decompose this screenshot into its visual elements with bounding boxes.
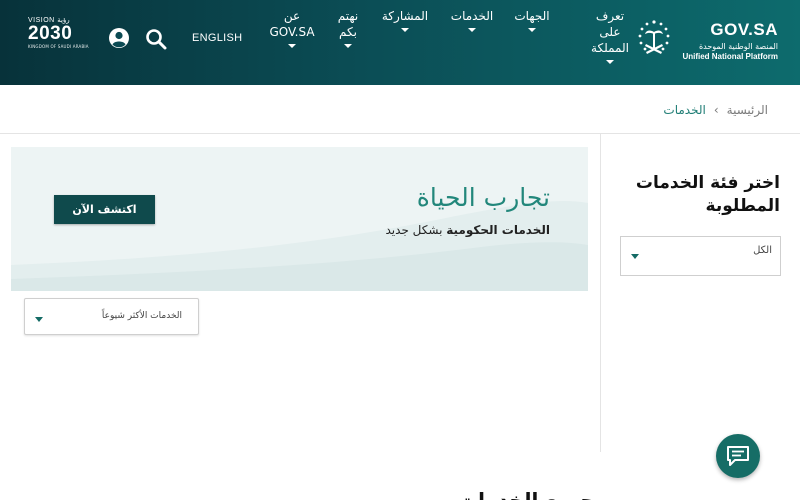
breadcrumb: الرئيسية › الخدمات [663, 103, 768, 117]
life-events-banner: تجارب الحياة الخدمات الحكومية بشكل جديد … [11, 147, 588, 291]
chat-icon [727, 446, 749, 466]
logo-title: GOV.SA [710, 20, 778, 39]
nav-we-care[interactable]: نهتم بكم [330, 8, 366, 48]
divider [0, 133, 800, 134]
chevron-down-icon [468, 28, 476, 32]
site-header: GOV.SA المنصة الوطنية الموحدة Unified Na… [0, 0, 800, 85]
nav-about-gov-sa[interactable]: عن GOV.SA [266, 8, 318, 48]
nav-label: المشاركة [381, 9, 429, 23]
sidebar-divider [600, 134, 601, 452]
nav-label: الخدمات [450, 9, 494, 23]
banner-subtitle-bold: الخدمات الحكومية [446, 223, 550, 237]
category-select[interactable]: الكل [620, 236, 781, 276]
search-icon[interactable] [145, 28, 167, 50]
nav-label: نهتم بكم [337, 9, 359, 39]
nav-services[interactable]: الخدمات [448, 8, 496, 32]
chevron-down-icon [288, 44, 296, 48]
vision-year: 2030 [28, 23, 73, 44]
breadcrumb-separator: › [713, 103, 719, 117]
nav-about-kingdom[interactable]: تعرف على المملكة [590, 8, 630, 64]
vision-2030-logo: VISION رؤية 2030 KINGDOM OF SAUDI ARABIA [28, 16, 90, 64]
explore-now-button[interactable]: اكتشف الآن [54, 195, 155, 224]
banner-subtitle: الخدمات الحكومية بشكل جديد [386, 223, 551, 237]
nav-label: عن GOV.SA [269, 9, 315, 39]
breadcrumb-current: الخدمات [663, 103, 706, 117]
nav-label: تعرف على المملكة [591, 9, 629, 55]
banner-subtitle-rest: بشكل جديد [385, 223, 447, 237]
sort-select-value: الخدمات الأكثر شيوعاً [101, 311, 182, 321]
all-services-heading: جميع الخدمات [458, 488, 595, 500]
user-icon[interactable] [108, 27, 130, 49]
gov-sa-logo[interactable]: GOV.SA المنصة الوطنية الموحدة Unified Na… [626, 14, 786, 70]
chevron-down-icon [35, 317, 43, 322]
nav-participation[interactable]: المشاركة [378, 8, 432, 32]
chevron-down-icon [631, 254, 639, 259]
language-toggle[interactable]: ENGLISH [192, 32, 242, 44]
category-select-value: الكل [753, 245, 772, 256]
filter-title: اختر فئة الخدمات المطلوبة [635, 173, 780, 216]
palm-emblem-icon [638, 20, 670, 54]
chevron-down-icon [344, 44, 352, 48]
breadcrumb-home[interactable]: الرئيسية [727, 103, 768, 117]
banner-title: تجارب الحياة [416, 183, 550, 212]
nav-entities[interactable]: الجهات [508, 8, 556, 32]
chat-button[interactable] [716, 434, 760, 478]
logo-subtitle-en: Unified National Platform [682, 52, 778, 61]
nav-label: الجهات [514, 9, 550, 23]
chevron-down-icon [606, 60, 614, 64]
vision-country: KINGDOM OF SAUDI ARABIA [28, 44, 89, 49]
chevron-down-icon [528, 28, 536, 32]
chevron-down-icon [401, 28, 409, 32]
logo-subtitle-ar: المنصة الوطنية الموحدة [698, 42, 778, 51]
sort-select[interactable]: الخدمات الأكثر شيوعاً [24, 298, 199, 335]
